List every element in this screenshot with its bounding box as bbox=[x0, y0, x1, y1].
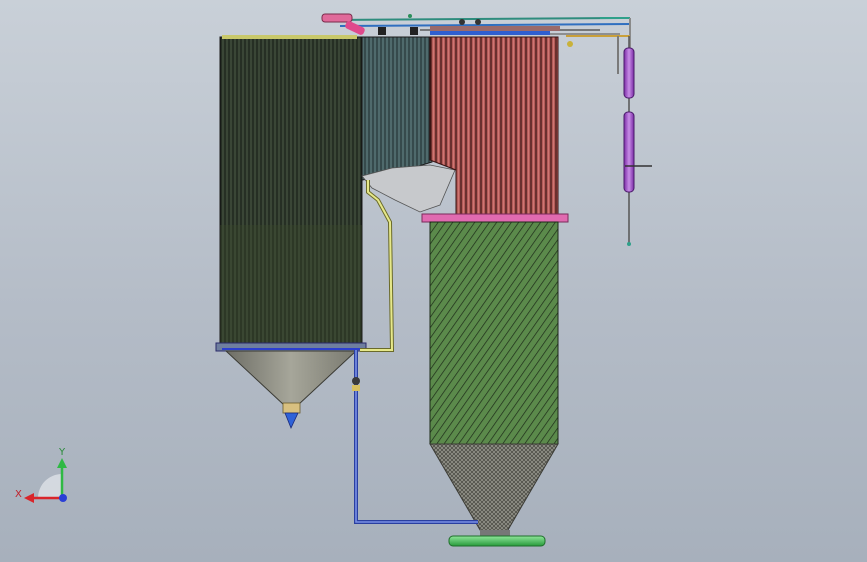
x-axis-label: X bbox=[15, 489, 22, 500]
y-axis-label: Y bbox=[58, 447, 66, 458]
cad-viewport[interactable]: Y X bbox=[0, 0, 867, 562]
instrument-assembly[interactable] bbox=[617, 36, 652, 246]
z-axis-dot bbox=[59, 494, 67, 502]
right-flange bbox=[421, 213, 569, 223]
packed-column[interactable] bbox=[429, 221, 559, 445]
outlet-pipe[interactable] bbox=[360, 180, 395, 352]
left-tube-bank[interactable] bbox=[215, 35, 367, 352]
reference-triad: Y X bbox=[15, 447, 67, 503]
left-hopper[interactable] bbox=[224, 350, 358, 430]
base-skid[interactable] bbox=[448, 535, 546, 547]
top-rail bbox=[222, 35, 357, 39]
inlet-flange[interactable] bbox=[321, 13, 353, 23]
drain-valve[interactable] bbox=[352, 377, 360, 385]
model-view[interactable]: Y X bbox=[0, 0, 867, 562]
